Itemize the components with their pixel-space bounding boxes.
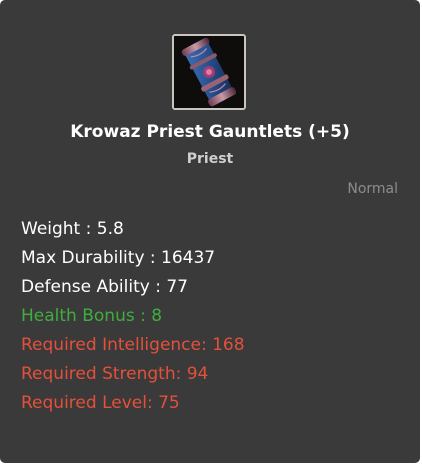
stat-max-durability: Max Durability : 16437 (21, 248, 216, 268)
stat-health-bonus: Health Bonus : 8 (21, 306, 163, 326)
stat-required-intelligence: Required Intelligence: 168 (21, 335, 245, 355)
stat-list: Weight : 5.8 Max Durability : 16437 Defe… (21, 215, 245, 418)
stat-weight: Weight : 5.8 (21, 219, 124, 239)
item-class: Priest (186, 151, 234, 167)
gauntlets-icon (172, 34, 246, 110)
stat-required-level: Required Level: 75 (21, 393, 180, 413)
item-grade: Normal (347, 181, 398, 197)
stat-defense-ability: Defense Ability : 77 (21, 277, 188, 297)
item-tooltip: Krowaz Priest Gauntlets (+5) Priest Norm… (0, 0, 420, 463)
stat-required-strength: Required Strength: 94 (21, 364, 209, 384)
item-name: Krowaz Priest Gauntlets (+5) (70, 122, 350, 142)
